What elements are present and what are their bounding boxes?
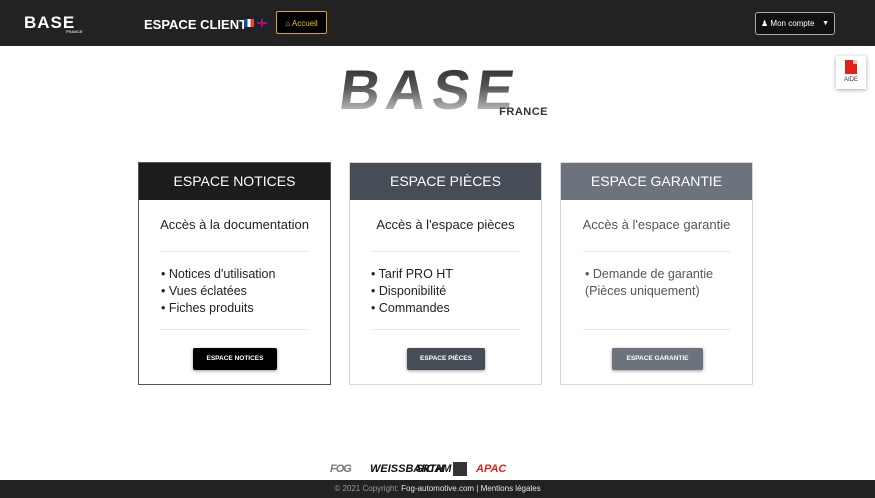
french-flag-icon[interactable] [244, 19, 254, 27]
feature-item: Notices d'utilisation [161, 266, 330, 283]
caret-down-icon: ▼ [822, 20, 829, 27]
footer: © 2021 Copyright: Fog-automotive.com | M… [0, 480, 875, 498]
navbar-brand[interactable]: ESPACE CLIENT [144, 17, 247, 32]
feature-item: Disponibilité [371, 283, 541, 300]
divider [161, 329, 308, 330]
feature-list: Demande de garantie (Pièces uniquement) [561, 266, 752, 300]
help-label: AIDE [843, 77, 858, 83]
mentions-legales-link[interactable]: Mentions légales [481, 484, 541, 493]
card-subtitle: Accès à l'espace pièces [376, 217, 515, 232]
card-title: ESPACE GARANTIE [561, 163, 752, 200]
card-subtitle: Accès à l'espace garantie [582, 217, 731, 232]
apac-logo: APAC [476, 463, 507, 475]
main-logo: BASE FRANCE [336, 58, 550, 122]
fog-logo: FOG [330, 463, 352, 475]
card-pieces: ESPACE PIÈCES Accès à l'espace pièces Ta… [349, 162, 542, 385]
copyright-text: © 2021 Copyright: [334, 484, 402, 493]
divider [583, 329, 730, 330]
feature-item: Vues éclatées [161, 283, 330, 300]
divider [372, 251, 519, 252]
card-notices: ESPACE NOTICES Accès à la documentation … [138, 162, 331, 385]
uk-flag-icon[interactable] [257, 19, 267, 27]
top-navbar: BASE FRANCE ESPACE CLIENT ⌂ Accueil ♟ Mo… [0, 0, 875, 46]
base-logo[interactable]: BASE FRANCE [24, 13, 83, 34]
base-logo-sub: FRANCE [66, 29, 83, 34]
card-garantie: ESPACE GARANTIE Accès à l'espace garanti… [560, 162, 753, 385]
account-dropdown[interactable]: ♟ Mon compte ▼ [755, 12, 835, 35]
feature-list: Notices d'utilisation Vues éclatées Fich… [139, 266, 330, 317]
help-pdf-button[interactable]: AIDE [836, 56, 866, 89]
feature-item: Commandes [371, 300, 541, 317]
divider [372, 329, 519, 330]
espace-notices-button[interactable]: ESPACE NOTICES [193, 348, 277, 370]
brand-badge-icon [453, 462, 467, 476]
pdf-icon [845, 60, 857, 74]
account-dropdown-label: Mon compte [770, 19, 815, 28]
brand-logos: FOG WEISSBARTH SICAM APAC [330, 461, 560, 477]
card-subtitle: Accès à la documentation [160, 217, 309, 232]
main-logo-word: BASE [335, 58, 525, 121]
divider [583, 251, 730, 252]
fog-automotive-link[interactable]: Fog-automotive.com [401, 484, 474, 493]
divider [161, 251, 308, 252]
home-button[interactable]: ⌂ Accueil [276, 11, 327, 34]
feature-item: Demande de garantie (Pièces uniquement) [585, 266, 752, 300]
main-logo-sub: FRANCE [499, 106, 548, 118]
card-title: ESPACE PIÈCES [350, 163, 541, 200]
sicam-logo: SICAM [416, 463, 452, 475]
feature-item: Fiches produits [161, 300, 330, 317]
feature-list: Tarif PRO HT Disponibilité Commandes [350, 266, 541, 317]
espace-garantie-button[interactable]: ESPACE GARANTIE [612, 348, 703, 370]
home-button-label: Accueil [291, 19, 318, 28]
feature-item: Tarif PRO HT [371, 266, 541, 283]
espace-pieces-button[interactable]: ESPACE PIÈCES [407, 348, 485, 370]
user-icon: ♟ [761, 19, 769, 28]
home-icon: ⌂ [285, 19, 291, 28]
card-title: ESPACE NOTICES [139, 163, 330, 200]
